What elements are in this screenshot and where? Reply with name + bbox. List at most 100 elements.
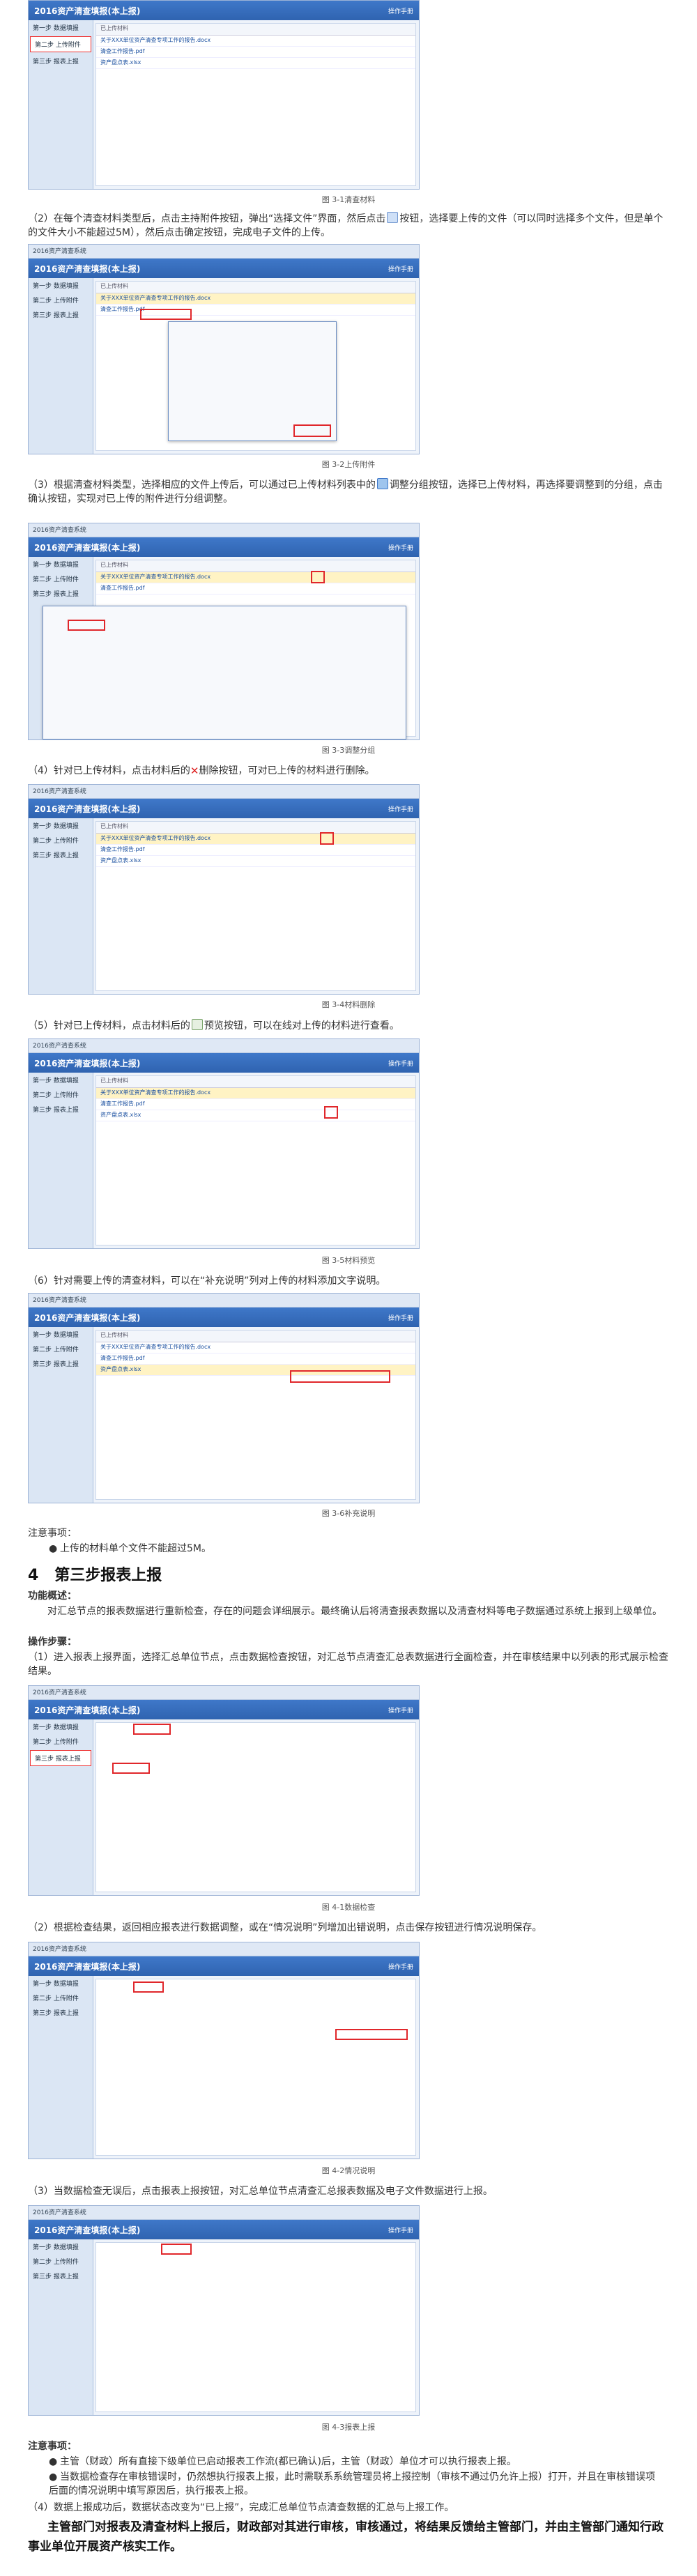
app-title: 2016资产清查填报(本上报) — [34, 1059, 141, 1068]
heading-text: 第三步报表上报 — [54, 1567, 162, 1584]
help-link[interactable]: 操作手册 — [388, 804, 413, 813]
figure-caption: 图 4-1数据检查 — [321, 1903, 376, 1912]
table-row[interactable]: 清查工作报告.pdf — [96, 47, 415, 58]
help-link[interactable]: 操作手册 — [388, 1059, 413, 1068]
sidebar-item-report[interactable]: 第三步 报表上报 — [29, 1356, 93, 1371]
app-topbar: 2016资产清查系统 — [29, 785, 419, 799]
table-row[interactable]: 资产盘点表.xlsx — [96, 856, 415, 867]
bullet-text: 当数据检查存在审核错误时，仍然想执行报表上报，此时需联系系统管理员将上报控制（审… — [49, 2471, 655, 2497]
table-row[interactable]: 关于XXX单位资产清查专项工作的报告.docx — [96, 572, 415, 583]
sidebar-item-report[interactable]: 第三步 报表上报 — [29, 307, 93, 322]
sidebar-item-fill[interactable]: 第一步 数据填报 — [29, 2239, 93, 2254]
sidebar-item-fill[interactable]: 第一步 数据填报 — [29, 278, 93, 293]
app-topbar: 2016资产清查系统 — [29, 1039, 419, 1053]
paragraph-text: （3）根据清查材料类型，选择相应的文件上传后，可以通过已上传材料列表中的 — [28, 480, 376, 491]
app-titlebar: 2016资产清查填报(本上报) 操作手册 — [29, 1956, 419, 1976]
sidebar-item-upload[interactable]: 第二步 上传附件 — [29, 1342, 93, 1356]
app-title: 2016资产清查填报(本上报) — [34, 6, 141, 16]
sidebar-item-upload[interactable]: 第二步 上传附件 — [29, 293, 93, 307]
sidebar: 第一步 数据填报 第二步 上传附件 第三步 报表上报 — [29, 1719, 93, 1895]
figure-caption: 图 3-1清查材料 — [321, 195, 376, 204]
app-topbar: 2016资产清查系统 — [29, 523, 419, 537]
sidebar-item-report[interactable]: 第三步 报表上报 — [29, 2269, 93, 2283]
figure-caption: 图 4-3报表上报 — [321, 2423, 376, 2432]
screenshot-situation-note: 2016资产清查系统 2016资产清查填报(本上报) 操作手册 第一步 数据填报 … — [28, 1942, 420, 2159]
report-table — [95, 1979, 416, 2156]
figure-caption: 图 3-5材料预览 — [321, 1256, 376, 1265]
heading-number: 4 — [28, 1567, 39, 1584]
app-title: 2016资产清查填报(本上报) — [34, 1962, 141, 1972]
sidebar-item-report[interactable]: 第三步 报表上报 — [29, 1102, 93, 1117]
highlight-box — [161, 2244, 192, 2255]
paragraph-step6: （6）针对需要上传的清查材料，可以在“补充说明”列对上传的材料添加文字说明。 — [28, 1275, 386, 1287]
help-link[interactable]: 操作手册 — [388, 264, 413, 273]
step-title: 操作步骤： — [28, 1636, 77, 1648]
bullet-dot: ● — [49, 2471, 58, 2483]
table-row[interactable]: 资产盘点表.xlsx — [96, 1110, 415, 1121]
bullet-dot: ● — [49, 1543, 58, 1554]
help-link[interactable]: 操作手册 — [388, 2225, 413, 2234]
sidebar-item-fill[interactable]: 第一步 数据填报 — [29, 20, 93, 35]
bullet-text: 主管（财政）所有直接下级单位已启动报表工作流(都已确认)后，主管（财政）单位才可… — [60, 2456, 516, 2467]
paragraph-text: （2）在每个清查材料类型后，点击主持附件按钮，弹出“选择文件”界面，然后点击 — [28, 213, 386, 224]
step4-text: （4）数据上报成功后，数据状态改变为“已上报”，完成汇总单位节点清查数据的汇总与… — [28, 2502, 454, 2513]
paragraph-text: 预览 — [204, 1020, 224, 1032]
help-link[interactable]: 操作手册 — [388, 1962, 413, 1971]
sidebar-item-fill[interactable]: 第一步 数据填报 — [29, 1327, 93, 1342]
highlight-box — [140, 309, 192, 320]
table-row[interactable]: 清查工作报告.pdf — [96, 845, 415, 856]
sidebar-item-upload[interactable]: 第二步 上传附件 — [30, 36, 91, 52]
highlight-box — [320, 832, 334, 845]
sidebar-item-fill[interactable]: 第一步 数据填报 — [29, 557, 93, 572]
table-row[interactable]: 关于XXX单位资产清查专项工作的报告.docx — [96, 1088, 415, 1099]
sidebar-item-upload[interactable]: 第二步 上传附件 — [29, 1087, 93, 1102]
sidebar-item-fill[interactable]: 第一步 数据填报 — [29, 1719, 93, 1734]
sidebar-item-fill[interactable]: 第一步 数据填报 — [29, 1073, 93, 1087]
sidebar-item-upload[interactable]: 第二步 上传附件 — [29, 572, 93, 586]
step2-text: （2）根据检查结果，返回相应报表进行数据调整，或在“情况说明”列增加出错说明，点… — [28, 1922, 542, 1933]
paragraph-text: 调整分组 — [389, 480, 429, 491]
sidebar: 第一步 数据填报 第二步 上传附件 第三步 报表上报 — [29, 20, 93, 189]
func-title: 功能概述： — [28, 1590, 77, 1602]
sidebar: 第一步 数据填报 第二步 上传附件 第三步 报表上报 — [29, 1976, 93, 2159]
help-link[interactable]: 操作手册 — [388, 543, 413, 552]
table-row[interactable]: 清查工作报告.pdf — [96, 1099, 415, 1110]
sidebar-item-report[interactable]: 第三步 报表上报 — [29, 54, 93, 68]
figure-caption: 图 3-6补充说明 — [321, 1509, 376, 1518]
file-list: 已上传材料 关于XXX单位资产清查专项工作的报告.docx 清查工作报告.pdf… — [95, 1075, 416, 1245]
sidebar: 第一步 数据填报 第二步 上传附件 第三步 报表上报 — [29, 1073, 93, 1248]
app-titlebar: 2016资产清查填报(本上报) 操作手册 — [29, 2220, 419, 2239]
table-row[interactable]: 关于XXX单位资产清查专项工作的报告.docx — [96, 293, 415, 305]
sidebar-item-upload[interactable]: 第二步 上传附件 — [29, 1991, 93, 2005]
table-row[interactable]: 资产盘点表.xlsx — [96, 58, 415, 69]
group-icon — [376, 478, 388, 489]
table-row[interactable]: 关于XXX单位资产清查专项工作的报告.docx — [96, 36, 415, 47]
bullet-text: 上传的材料单个文件不能超过5M。 — [60, 1543, 211, 1554]
file-list: 已上传材料 关于XXX单位资产清查专项工作的报告.docx 清查工作报告.pdf… — [95, 23, 416, 186]
sidebar-item-report[interactable]: 第三步 报表上报 — [29, 2005, 93, 2020]
table-row[interactable]: 清查工作报告.pdf — [96, 583, 415, 595]
file-list: 已上传材料 关于XXX单位资产清查专项工作的报告.docx 清查工作报告.pdf… — [95, 821, 416, 991]
sidebar-item-fill[interactable]: 第一步 数据填报 — [29, 1976, 93, 1991]
sidebar-item-report[interactable]: 第三步 报表上报 — [29, 586, 93, 601]
app-title: 2016资产清查填报(本上报) — [34, 1705, 141, 1715]
screenshot-preview-material: 2016资产清查系统 2016资产清查填报(本上报) 操作手册 第一步 数据填报 … — [28, 1038, 420, 1249]
sidebar-item-upload[interactable]: 第二步 上传附件 — [29, 833, 93, 848]
help-link[interactable]: 操作手册 — [388, 1313, 413, 1322]
sidebar-item-fill[interactable]: 第一步 数据填报 — [29, 818, 93, 833]
sidebar: 第一步 数据填报 第二步 上传附件 第三步 报表上报 — [29, 818, 93, 994]
screenshot-adjust-group: 2016资产清查系统 2016资产清查填报(本上报) 操作手册 第一步 数据填报 … — [28, 523, 420, 740]
select-file-dialog[interactable] — [168, 321, 337, 441]
help-link[interactable]: 操作手册 — [388, 1705, 413, 1715]
table-row[interactable]: 清查工作报告.pdf — [96, 1354, 415, 1365]
sidebar-item-upload[interactable]: 第二步 上传附件 — [29, 1734, 93, 1749]
paragraph-text: （5）针对已上传材料，点击材料后的 — [28, 1020, 190, 1032]
figure-caption: 图 4-2情况说明 — [321, 2166, 376, 2175]
table-row[interactable]: 关于XXX单位资产清查专项工作的报告.docx — [96, 834, 415, 845]
sidebar-item-report[interactable]: 第三步 报表上报 — [30, 1750, 91, 1766]
table-row[interactable]: 关于XXX单位资产清查专项工作的报告.docx — [96, 1342, 415, 1354]
sidebar-item-upload[interactable]: 第二步 上传附件 — [29, 2254, 93, 2269]
help-link[interactable]: 操作手册 — [388, 6, 413, 15]
sidebar-item-report[interactable]: 第三步 报表上报 — [29, 848, 93, 862]
figure-caption: 图 3-2上传附件 — [321, 460, 376, 469]
